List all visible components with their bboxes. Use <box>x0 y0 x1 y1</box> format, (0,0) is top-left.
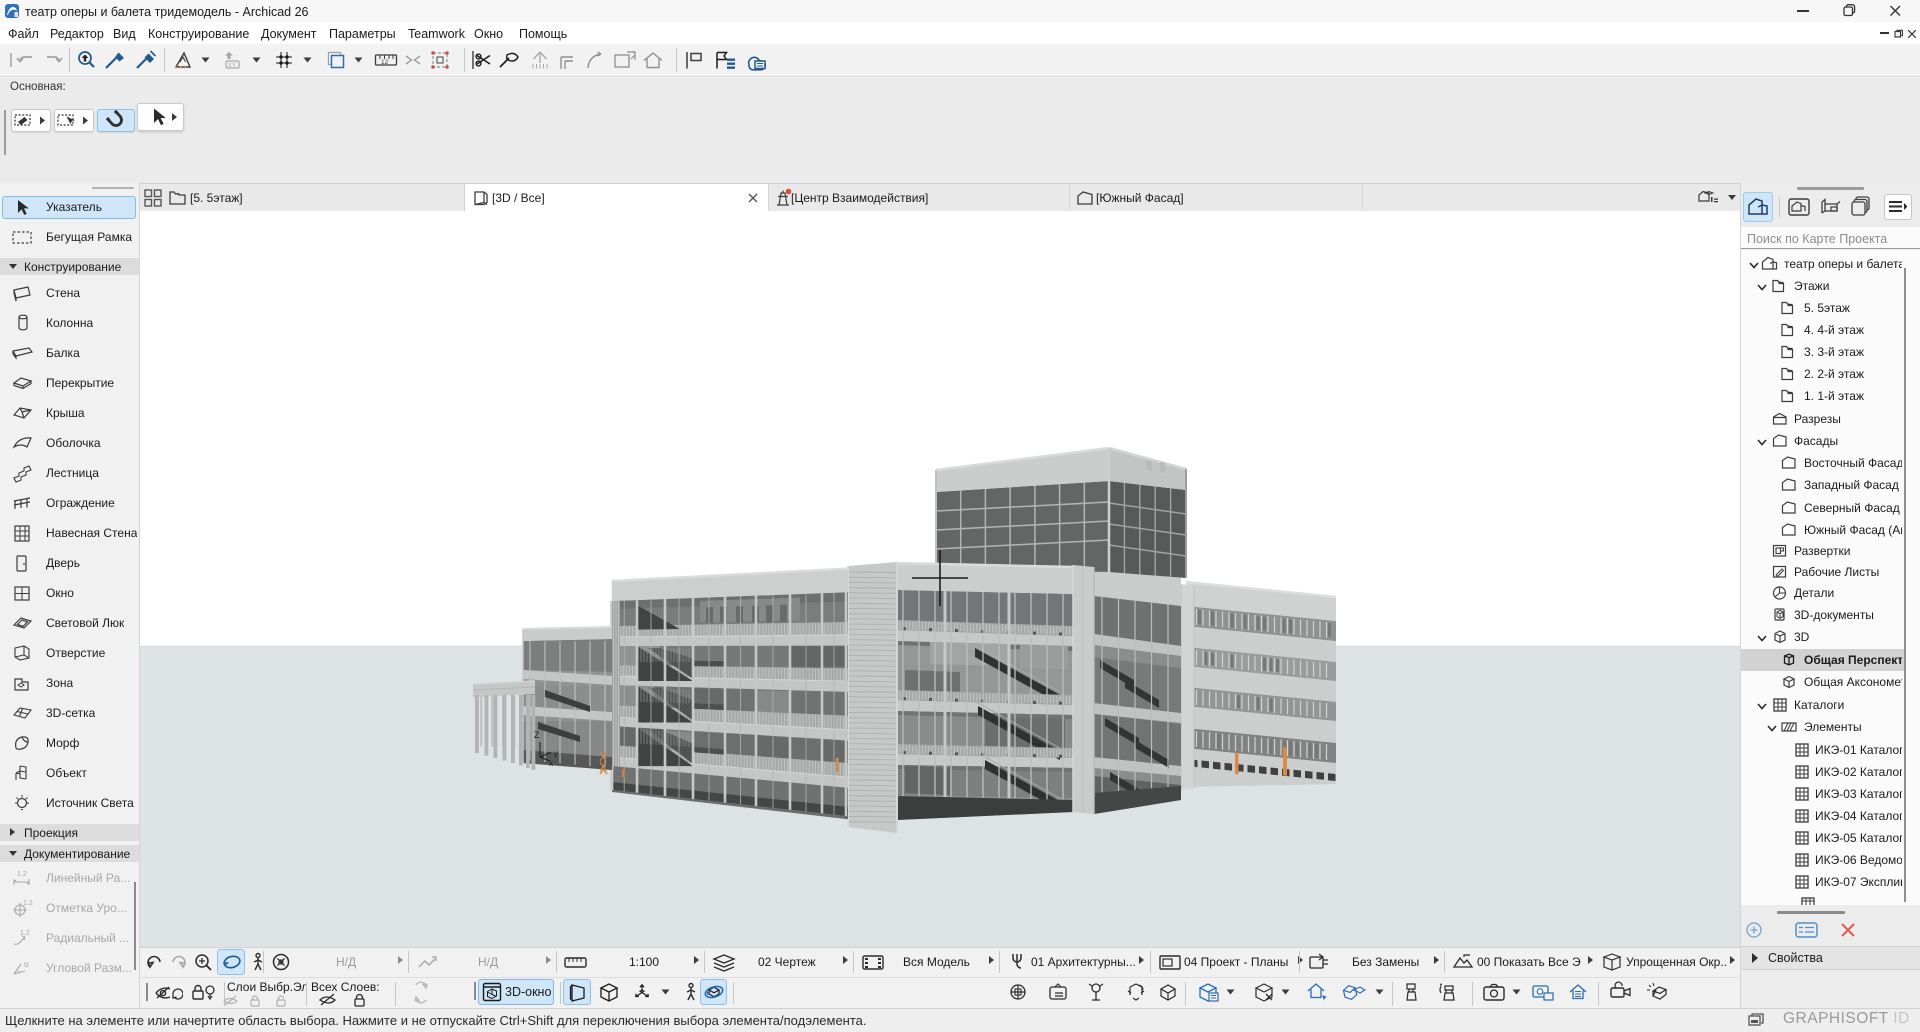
svg-text:XY: XY <box>228 62 237 69</box>
svg-text:1.2: 1.2 <box>23 900 33 907</box>
svg-text:Z: Z <box>534 730 540 740</box>
svg-text:12: 12 <box>381 59 389 66</box>
svg-text:α: α <box>24 960 29 969</box>
svg-text:1.2: 1.2 <box>20 930 30 937</box>
svg-text:y: y <box>554 749 558 758</box>
svg-text:x: x <box>549 759 553 768</box>
svg-text:1.2: 1.2 <box>17 871 27 878</box>
